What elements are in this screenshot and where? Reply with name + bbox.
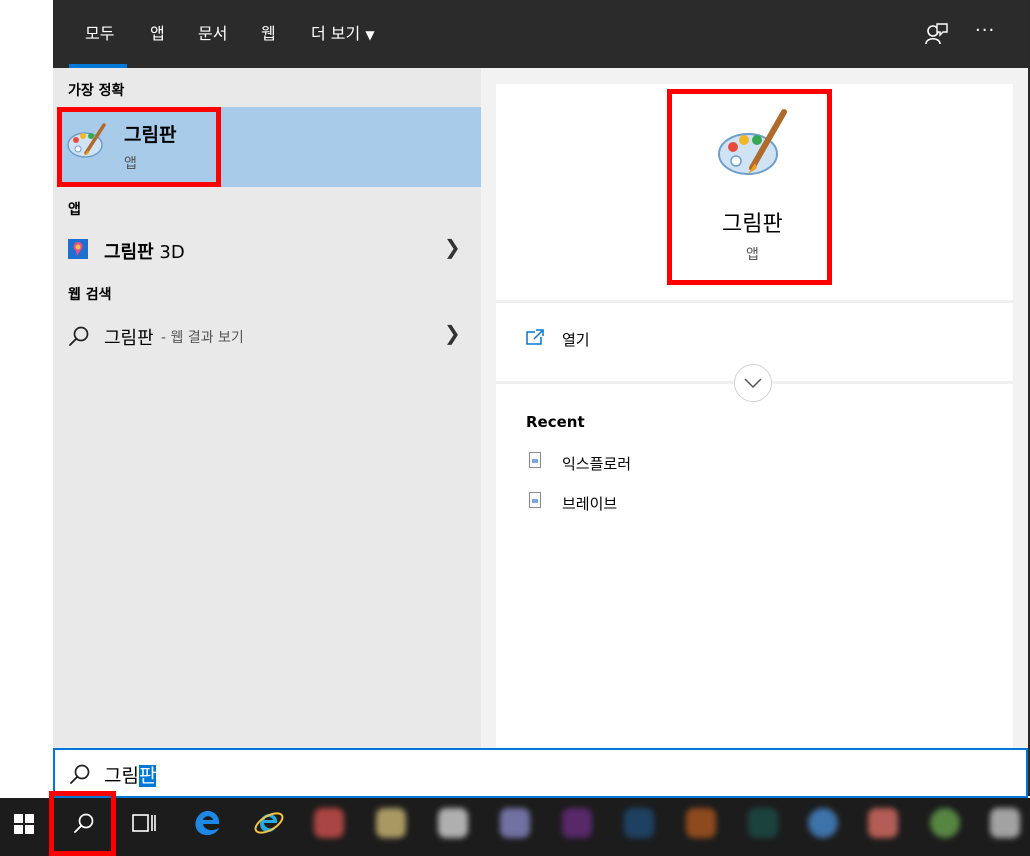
recent-item-label: 브레이브 [562, 495, 618, 513]
paint3d-icon [68, 239, 88, 259]
app-result-suffix: 3D [153, 242, 185, 263]
open-action[interactable]: 열기 [496, 318, 1013, 358]
best-match-title: 그림판 [124, 124, 177, 146]
web-search-header: 웹 검색 [68, 287, 112, 303]
windows-start-icon[interactable] [14, 814, 34, 834]
recent-item[interactable]: 브레이브 [526, 488, 826, 518]
best-match-subtitle: 앱 [124, 156, 137, 172]
app-result-name: 그림판 [104, 242, 154, 263]
document-icon [529, 452, 541, 468]
search-filter-bar: 모두 앱 문서 웹 더 보기 ▼ ··· [53, 0, 1028, 68]
document-icon [529, 492, 541, 508]
edge-icon[interactable] [192, 808, 222, 838]
web-hint: - 웹 결과 보기 [161, 330, 244, 346]
search-icon [70, 764, 90, 784]
search-box[interactable]: 그림판 [53, 748, 1028, 798]
preview-title: 그림판 [722, 212, 783, 237]
paint-app-large-icon [718, 109, 787, 175]
more-options-button[interactable]: ··· [975, 20, 995, 41]
search-selected-text: 판 [138, 765, 157, 787]
search-input[interactable]: 그림판 [104, 761, 157, 788]
search-icon [69, 326, 89, 346]
tab-web[interactable]: 웹 [261, 24, 276, 44]
tab-all[interactable]: 모두 [85, 24, 114, 44]
taskbar-app-icon[interactable] [624, 808, 654, 838]
internet-explorer-icon[interactable] [252, 806, 286, 840]
app-result-paint3d[interactable]: 그림판 3D ❯ [57, 230, 481, 270]
recent-item[interactable]: 익스플로러 [526, 448, 826, 478]
taskbar-app-icon[interactable] [868, 808, 898, 838]
paint-app-icon [67, 123, 106, 158]
taskbar-app-icon[interactable] [438, 808, 468, 838]
best-match-header: 가장 정확 [68, 83, 125, 99]
taskbar-app-icon[interactable] [376, 808, 406, 838]
open-label: 열기 [562, 331, 590, 349]
divider [496, 300, 1013, 303]
taskbar-app-icon[interactable] [314, 808, 344, 838]
taskbar-app-icon[interactable] [930, 808, 960, 838]
taskbar-app-icon[interactable] [990, 808, 1020, 838]
feedback-icon[interactable] [923, 22, 949, 46]
tab-apps[interactable]: 앱 [150, 24, 165, 44]
chevron-down-icon [744, 378, 762, 389]
tab-documents[interactable]: 문서 [198, 24, 227, 44]
taskbar-app-icon[interactable] [808, 808, 838, 838]
web-search-result[interactable]: 그림판 - 웹 결과 보기 ❯ [57, 316, 481, 356]
taskbar-app-icon[interactable] [500, 808, 530, 838]
web-query: 그림판 [104, 328, 154, 349]
taskbar-search-icon[interactable] [73, 812, 95, 834]
chevron-right-icon[interactable]: ❯ [444, 321, 461, 345]
chevron-right-icon[interactable]: ❯ [444, 235, 461, 259]
search-typed-text: 그림 [104, 765, 139, 787]
app-result-label: 그림판 3D [104, 238, 185, 264]
taskbar-app-icon[interactable] [562, 808, 592, 838]
taskbar-app-icon[interactable] [748, 808, 778, 838]
tab-more-label: 더 보기 [311, 24, 361, 43]
open-icon [526, 329, 544, 345]
chevron-down-icon: ▼ [365, 28, 375, 42]
tab-more[interactable]: 더 보기 ▼ [311, 24, 375, 45]
preview-subtitle: 앱 [746, 247, 759, 263]
expand-button[interactable] [734, 364, 772, 402]
desktop-background-left [0, 0, 53, 796]
taskbar-app-icon[interactable] [686, 808, 716, 838]
recent-item-label: 익스플로러 [562, 455, 632, 473]
apps-header: 앱 [68, 202, 81, 218]
task-view-icon[interactable] [132, 812, 156, 834]
recent-header: Recent [526, 413, 585, 431]
